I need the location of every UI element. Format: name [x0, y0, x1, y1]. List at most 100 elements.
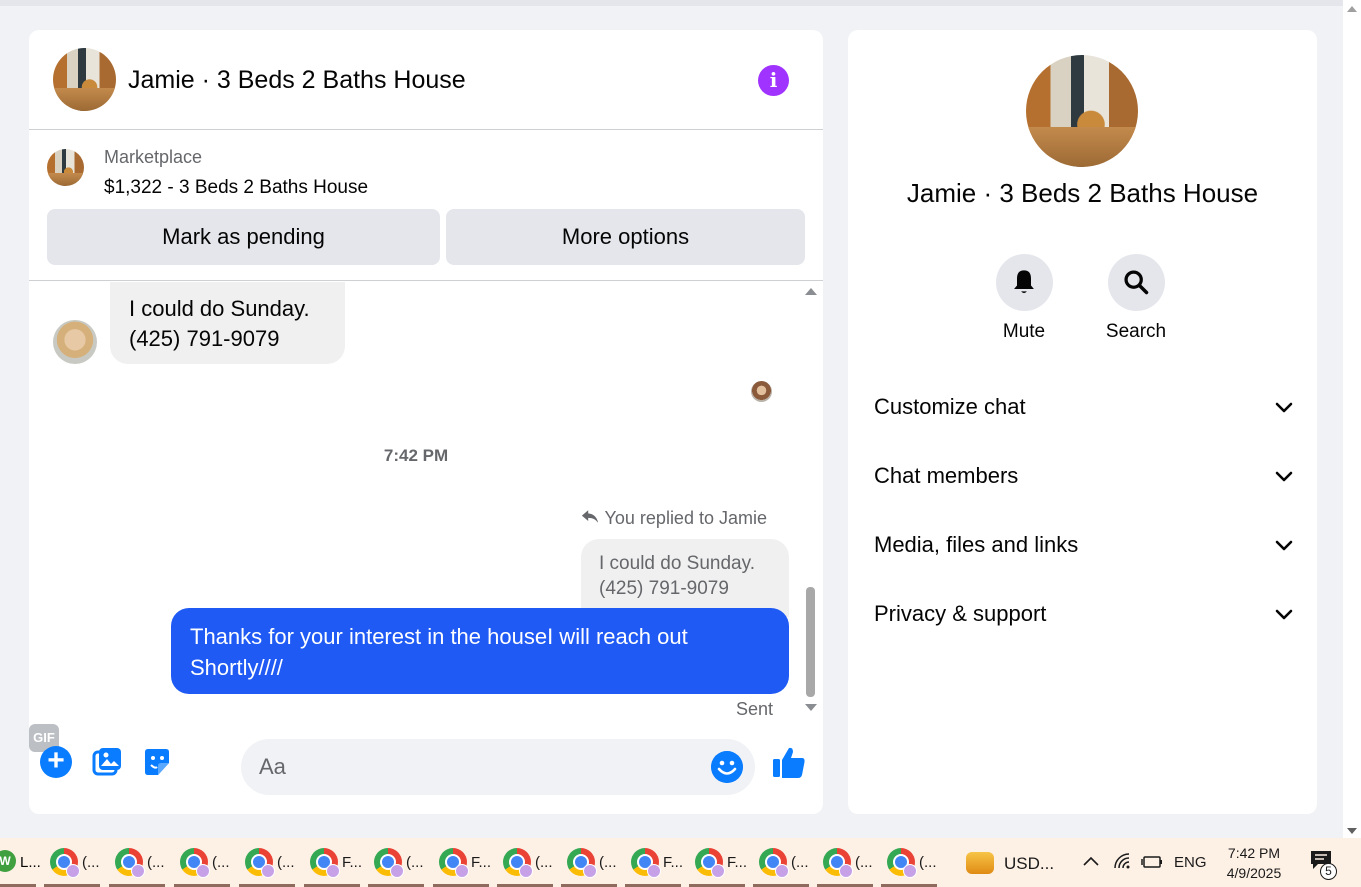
scroll-down-arrow-icon[interactable]: [805, 704, 817, 711]
top-border: [0, 0, 1343, 6]
profile-badge-icon: [66, 864, 80, 878]
section-chat-members[interactable]: Chat members: [874, 456, 1294, 496]
quoted-line-2: (425) 791-9079: [599, 578, 729, 599]
more-options-button[interactable]: More options: [446, 209, 805, 265]
emoji-icon[interactable]: [711, 751, 743, 783]
message-input[interactable]: [259, 739, 679, 795]
search-button[interactable]: [1107, 254, 1165, 311]
quoted-line-1: I could do Sunday.: [599, 553, 755, 574]
section-label: Media, files and links: [874, 532, 1079, 557]
profile-badge-icon: [583, 864, 597, 878]
message-scrollbar[interactable]: [803, 282, 819, 722]
photo-icon[interactable]: [91, 746, 123, 778]
marketplace-bar: Marketplace $1,322 - 3 Beds 2 Baths Hous…: [29, 131, 823, 281]
jamie-avatar[interactable]: [53, 320, 97, 364]
mute-button[interactable]: [995, 254, 1053, 311]
clock[interactable]: 7:42 PM 4/9/2025: [1214, 843, 1294, 883]
mute-action[interactable]: Mute: [974, 254, 1074, 343]
currency-widget[interactable]: USD...: [962, 838, 1072, 887]
taskbar-chrome-window[interactable]: (...: [817, 838, 877, 887]
profile-badge-icon: [261, 864, 275, 878]
chevron-down-icon: [1275, 540, 1293, 551]
mute-label: Mute: [1002, 321, 1046, 342]
section-customize-chat[interactable]: Customize chat: [874, 387, 1294, 427]
notification-count-badge: 5: [1320, 863, 1337, 880]
bell-icon: [1013, 270, 1034, 294]
taskbar-app[interactable]: W L...: [0, 838, 41, 887]
window-scrollbar[interactable]: [1343, 0, 1361, 838]
search-action[interactable]: Search: [1086, 254, 1186, 343]
app-icon: W: [0, 850, 16, 872]
outgoing-message[interactable]: Thanks for your interest in the houseI w…: [171, 608, 789, 694]
taskbar: W L... (... (... (... (... F... (... F..…: [0, 838, 1361, 887]
mark-as-pending-button[interactable]: Mark as pending: [47, 209, 440, 265]
incoming-line-2: (425) 791-9079: [129, 326, 280, 351]
chevron-down-icon: [1275, 609, 1293, 620]
chat-panel: Jamie · 3 Beds 2 Baths House i Marketpla…: [29, 30, 823, 814]
taskbar-chrome-window[interactable]: (...: [753, 838, 813, 887]
listing-avatar[interactable]: [53, 48, 116, 111]
taskbar-chrome-window[interactable]: F...: [433, 838, 493, 887]
taskbar-app-label: (...: [919, 854, 937, 871]
taskbar-chrome-window[interactable]: F...: [625, 838, 685, 887]
marketplace-label: Marketplace: [104, 147, 203, 167]
search-icon: [1123, 270, 1148, 295]
chat-title[interactable]: Jamie · 3 Beds 2 Baths House: [128, 66, 466, 95]
scroll-thumb[interactable]: [806, 587, 815, 697]
message-list[interactable]: I could do Sunday. (425) 791-9079 7:42 P…: [29, 282, 823, 724]
taskbar-app-label: (...: [277, 854, 295, 871]
taskbar-app-label: (...: [147, 854, 165, 871]
info-title: Jamie · 3 Beds 2 Baths House: [906, 178, 1259, 208]
profile-badge-icon: [647, 864, 661, 878]
scroll-up-arrow-icon[interactable]: [805, 288, 817, 295]
taskbar-chrome-window[interactable]: (...: [497, 838, 557, 887]
profile-badge-icon: [775, 864, 789, 878]
thumbs-up-icon[interactable]: [771, 744, 807, 780]
taskbar-chrome-window[interactable]: (...: [174, 838, 234, 887]
composer: + GIF: [29, 724, 823, 814]
profile-badge-icon: [326, 864, 340, 878]
taskbar-app-label: (...: [406, 854, 424, 871]
profile-badge-icon: [839, 864, 853, 878]
language-indicator[interactable]: ENG: [1174, 854, 1207, 871]
taskbar-app-label: (...: [791, 854, 809, 871]
sent-status: Sent: [736, 699, 774, 719]
plus-icon[interactable]: +: [40, 746, 72, 778]
scroll-down-icon[interactable]: [1347, 828, 1357, 834]
wifi-icon[interactable]: [1113, 852, 1133, 870]
incoming-message[interactable]: I could do Sunday. (425) 791-9079: [110, 282, 345, 364]
taskbar-app-label: F...: [342, 854, 363, 871]
taskbar-app-label: (...: [82, 854, 100, 871]
taskbar-chrome-window[interactable]: F...: [689, 838, 749, 887]
battery-icon[interactable]: [1141, 855, 1163, 869]
listing-price-title[interactable]: $1,322 - 3 Beds 2 Baths House: [104, 177, 368, 199]
taskbar-chrome-window[interactable]: F...: [304, 838, 364, 887]
info-avatar[interactable]: [1026, 55, 1138, 167]
taskbar-app-label: (...: [535, 854, 553, 871]
listing-thumbnail[interactable]: [47, 149, 84, 186]
info-icon[interactable]: i: [758, 65, 789, 96]
section-media-files-links[interactable]: Media, files and links: [874, 525, 1294, 565]
taskbar-chrome-window[interactable]: (...: [561, 838, 621, 887]
message-timestamp: 7:42 PM: [383, 446, 449, 465]
coins-icon: [966, 852, 994, 874]
section-label: Chat members: [874, 463, 1019, 488]
profile-badge-icon: [519, 864, 533, 878]
message-input-wrapper: [241, 739, 755, 795]
taskbar-chrome-window[interactable]: (...: [881, 838, 941, 887]
quoted-message[interactable]: I could do Sunday. (425) 791-9079: [581, 539, 789, 617]
taskbar-chrome-window[interactable]: (...: [44, 838, 104, 887]
profile-badge-icon: [711, 864, 725, 878]
taskbar-app-label: F...: [727, 854, 748, 871]
chevron-up-icon[interactable]: [1082, 854, 1100, 868]
search-label: Search: [1105, 321, 1167, 342]
taskbar-app-label: (...: [212, 854, 230, 871]
reply-note: You replied to Jamie: [581, 508, 767, 529]
sticker-icon[interactable]: [141, 746, 173, 778]
currency-widget-label: USD...: [1004, 854, 1055, 873]
section-privacy-support[interactable]: Privacy & support: [874, 594, 1294, 634]
taskbar-chrome-window[interactable]: (...: [109, 838, 169, 887]
scroll-up-icon[interactable]: [1347, 6, 1357, 12]
taskbar-chrome-window[interactable]: (...: [239, 838, 299, 887]
taskbar-chrome-window[interactable]: (...: [368, 838, 428, 887]
